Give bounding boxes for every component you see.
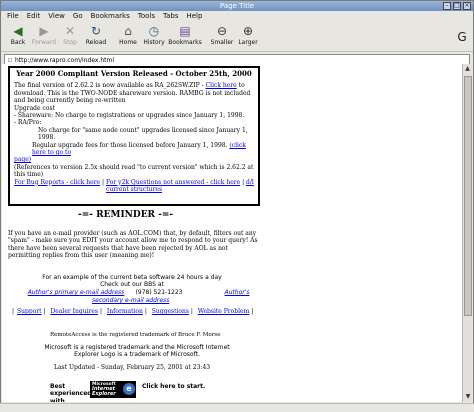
structures-link[interactable]: d/l: [246, 179, 254, 186]
throbber-icon: G: [457, 30, 467, 44]
smaller-button[interactable]: ⊖ Smaller: [209, 24, 235, 46]
larger-button[interactable]: ⊕ Larger: [235, 24, 261, 46]
secondary-email-link[interactable]: Author's: [212, 289, 262, 296]
larger-label: Larger: [238, 39, 258, 46]
references-note: (References to version 2.5x should read …: [14, 163, 254, 179]
best-experienced-label: Best experienced with: [50, 383, 92, 402]
vertical-scrollbar[interactable]: ▲ ▼: [462, 64, 472, 402]
upgrade-page-link[interactable]: page): [14, 156, 31, 163]
home-icon: ⌂: [124, 24, 132, 38]
history-label: History: [143, 39, 165, 46]
smaller-label: Smaller: [210, 39, 234, 46]
ie-badge: Best experienced with Microsoft Internet…: [50, 381, 215, 402]
shareware-line: - Shareware: No charge to registrations …: [14, 112, 245, 120]
back-label: Back: [10, 39, 26, 46]
menu-go[interactable]: Go: [73, 11, 83, 22]
home-button[interactable]: ⌂ Home: [115, 24, 141, 46]
support-link[interactable]: Support: [17, 308, 42, 315]
forward-label: Forward: [31, 39, 57, 46]
window-controls: – □ ×: [443, 1, 471, 10]
reload-label: Reload: [85, 39, 107, 46]
menu-help[interactable]: Help: [186, 11, 202, 22]
menu-tools[interactable]: Tools: [138, 11, 155, 22]
minimize-button[interactable]: –: [443, 2, 451, 10]
back-arrow-icon: ◀: [13, 24, 23, 38]
microsoft-trademark: Microsoft is a registered trademark and …: [44, 344, 230, 359]
navigation-toolbar: ◀ Back ▶ Forward ✕ Stop ↻ Reload ⌂ Home …: [1, 22, 473, 52]
bookmarks-icon: ▤: [179, 24, 191, 38]
home-label: Home: [119, 39, 137, 46]
reminder-heading: -=- REMINDER -=-: [78, 210, 174, 220]
rapro-fee-line: Regular upgrade fees for those licensed …: [32, 141, 228, 149]
stop-icon: ✕: [64, 24, 76, 38]
bookmarks-button[interactable]: ▤ Bookmarks: [167, 24, 203, 46]
close-button[interactable]: ×: [463, 2, 471, 10]
menu-edit[interactable]: Edit: [27, 11, 41, 22]
maximize-button[interactable]: □: [453, 2, 461, 10]
menu-bar: File Edit View Go Bookmarks Tools Tabs H…: [1, 11, 473, 22]
scroll-down-icon[interactable]: ▼: [463, 392, 473, 402]
reminder-text: If you have an e-mail provider (such as …: [8, 230, 258, 260]
menu-view[interactable]: View: [48, 11, 65, 22]
scroll-up-icon[interactable]: ▲: [463, 64, 472, 74]
download-link[interactable]: Click here: [206, 82, 237, 89]
remoteaccess-trademark: RemoteAccess is the registered trademark…: [50, 332, 221, 338]
stop-button[interactable]: ✕ Stop: [57, 24, 83, 46]
bbs-line: Check out our BBS at: [100, 281, 164, 289]
title-bar: Page Title – □ ×: [1, 1, 473, 11]
menu-file[interactable]: File: [7, 11, 19, 22]
dealer-inquires-link[interactable]: Dealer Inquires: [50, 308, 98, 315]
announcement-line: download. This is the TWO-NODE shareware…: [14, 89, 251, 97]
zoom-out-icon: ⊖: [216, 24, 228, 38]
forward-button[interactable]: ▶ Forward: [31, 24, 57, 46]
upgrade-cost-label: Upgrade cost: [14, 104, 55, 112]
announcement-line: and being currently being re-written: [14, 97, 126, 105]
rapro-line: - RA/Pro:: [14, 119, 42, 127]
menu-bookmarks[interactable]: Bookmarks: [91, 11, 130, 22]
history-icon: ◷: [148, 24, 160, 38]
phone-number: (978) 521-1223: [135, 289, 183, 296]
secondary-email-link[interactable]: secondary e-mail address: [92, 297, 202, 304]
website-problem-link[interactable]: Website Problem: [198, 308, 249, 315]
stop-label: Stop: [63, 39, 77, 46]
click-to-start-label: Click here to start.: [142, 383, 206, 390]
announcement-line: to: [238, 82, 245, 90]
scroll-thumb[interactable]: [464, 76, 472, 316]
forward-arrow-icon: ▶: [39, 24, 49, 38]
rapro-nocharge-line: No charge for "same node count" upgrades…: [38, 126, 248, 142]
history-button[interactable]: ◷ History: [141, 24, 167, 46]
y2k-questions-link[interactable]: For y2k Questions not answered - click h…: [106, 179, 240, 186]
ie-e-icon: e: [123, 383, 135, 395]
status-bar: [0, 403, 474, 412]
suggestions-link[interactable]: Suggestions: [152, 308, 189, 315]
announcement-line: The final version of 2.62.2 is now avail…: [14, 82, 204, 90]
window-title: Page Title: [219, 2, 255, 10]
bbs-line: For an example of the current beta softw…: [42, 274, 222, 281]
page-content: Year 2000 Compliant Version Released - O…: [2, 64, 462, 402]
site-nav: | Support | Dealer Inquires | Information…: [12, 308, 254, 315]
announcement-heading: Year 2000 Compliant Version Released - O…: [16, 69, 252, 78]
last-updated: Last Updated - Sunday, February 25, 2001…: [54, 364, 211, 371]
zoom-in-icon: ⊕: [242, 24, 254, 38]
back-button[interactable]: ◀ Back: [5, 24, 31, 46]
bug-reports-link[interactable]: For Bug Reports - click here: [14, 179, 100, 186]
information-link[interactable]: Information: [107, 308, 143, 315]
bookmarks-label: Bookmarks: [168, 39, 202, 46]
announcement-box: Year 2000 Compliant Version Released - O…: [8, 66, 260, 206]
primary-email-link[interactable]: Author's primary e-mail address: [22, 289, 130, 296]
menu-tabs[interactable]: Tabs: [163, 11, 179, 22]
structures-link[interactable]: current structures: [106, 186, 162, 193]
reload-button[interactable]: ↻ Reload: [83, 24, 109, 46]
internet-explorer-logo[interactable]: Microsoft Internet Explorer e: [90, 381, 136, 398]
reload-icon: ↻: [90, 24, 102, 38]
bbs-example: For an example of the current beta softw…: [42, 274, 222, 289]
